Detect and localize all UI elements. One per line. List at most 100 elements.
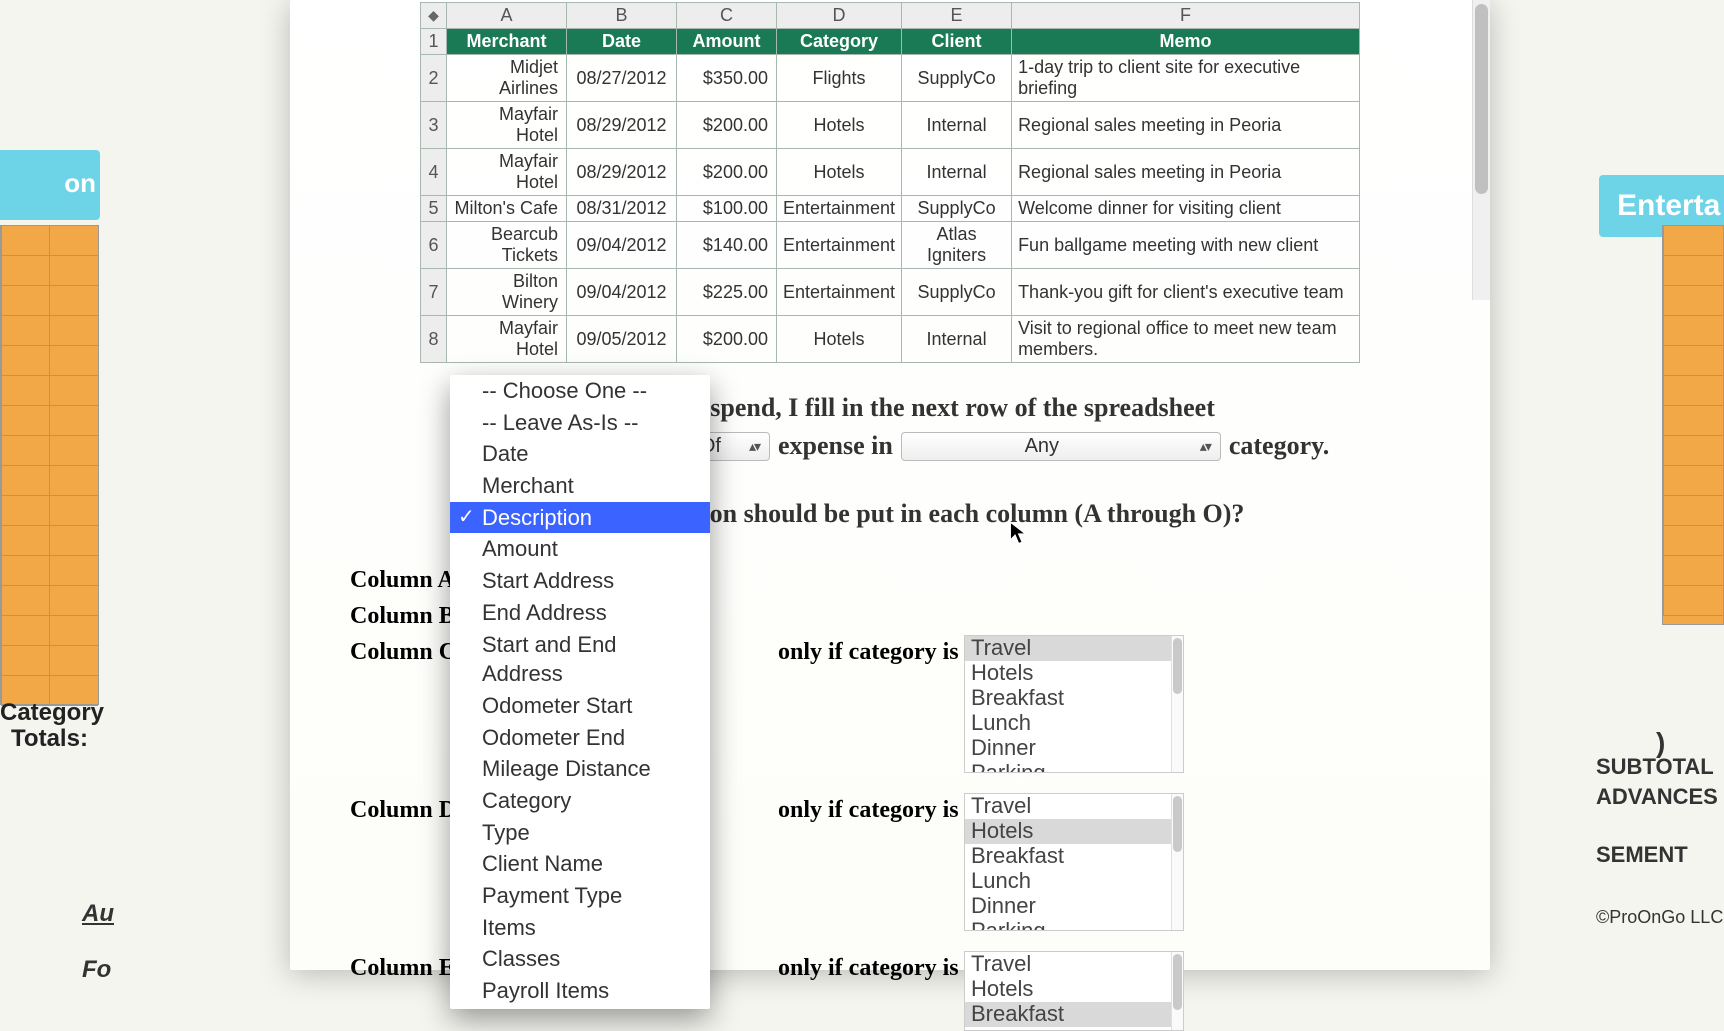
cell-client: Internal (902, 316, 1012, 363)
category-list-c[interactable]: TravelHotelsBreakfastLunchDinnerParking (964, 635, 1184, 773)
dropdown-option[interactable]: -- Leave As-Is -- (450, 407, 710, 439)
table-row: 6Bearcub Tickets09/04/2012$140.00Enterta… (421, 222, 1360, 269)
cell-merchant: Mayfair Hotel (447, 316, 567, 363)
category-totals-label: CategoryTotals: (0, 700, 99, 753)
cell-memo: Visit to regional office to meet new tea… (1012, 316, 1360, 363)
only-if-d: only if category is (778, 797, 959, 824)
row-num: 8 (421, 316, 447, 363)
bg-advances: ADVANCES (1594, 782, 1724, 812)
only-if-c: only if category is (778, 639, 959, 666)
scrollbar[interactable] (1171, 952, 1183, 1030)
cell-merchant: Bearcub Tickets (447, 222, 567, 269)
cell-memo: 1-day trip to client site for executive … (1012, 55, 1360, 102)
cell-date: 08/27/2012 (567, 55, 677, 102)
category-option[interactable]: Breakfast (965, 844, 1183, 869)
scrollbar[interactable] (1171, 794, 1183, 930)
col-letter-f: F (1012, 3, 1360, 29)
category-select[interactable]: Any ▴▾ (901, 432, 1221, 461)
hdr-memo: Memo (1012, 29, 1360, 55)
dropdown-option[interactable]: Classes (450, 943, 710, 975)
category-value: Any (912, 435, 1172, 458)
hdr-date: Date (567, 29, 677, 55)
dropdown-option[interactable]: Mileage Distance (450, 753, 710, 785)
category-option[interactable]: Hotels (965, 661, 1183, 686)
bg-subtotal: SUBTOTAL (1594, 752, 1724, 782)
dropdown-option[interactable]: Payment Type (450, 880, 710, 912)
dropdown-option[interactable]: Amount (450, 533, 710, 565)
panel-scrollbar[interactable] (1472, 0, 1490, 300)
cell-client: Internal (902, 102, 1012, 149)
row-num: 7 (421, 269, 447, 316)
row-num: 5 (421, 196, 447, 222)
category-option[interactable]: Travel (965, 794, 1183, 819)
col-letter-d: D (777, 3, 902, 29)
scrollbar[interactable] (1171, 636, 1183, 772)
dropdown-option[interactable]: Date (450, 438, 710, 470)
col-letter-e: E (902, 3, 1012, 29)
cell-client: Internal (902, 149, 1012, 196)
dropdown-option[interactable]: Description (450, 502, 710, 534)
hdr-merchant: Merchant (447, 29, 567, 55)
table-row: 3Mayfair Hotel08/29/2012$200.00HotelsInt… (421, 102, 1360, 149)
dropdown-option[interactable]: Category (450, 785, 710, 817)
table-row: 4Mayfair Hotel08/29/2012$200.00HotelsInt… (421, 149, 1360, 196)
category-option[interactable]: Breakfast (965, 686, 1183, 711)
cell-date: 09/04/2012 (567, 269, 677, 316)
cell-category: Entertainment (777, 222, 902, 269)
category-option[interactable]: Travel (965, 636, 1183, 661)
cell-date: 09/05/2012 (567, 316, 677, 363)
cell-memo: Regional sales meeting in Peoria (1012, 102, 1360, 149)
cell-amount: $100.00 (677, 196, 777, 222)
category-option[interactable]: Parking (965, 761, 1183, 773)
cell-client: Atlas Igniters (902, 222, 1012, 269)
row-num: 4 (421, 149, 447, 196)
dropdown-option[interactable]: -- Choose One -- (450, 375, 710, 407)
category-list-e[interactable]: TravelHotelsBreakfast (964, 951, 1184, 1031)
cell-amount: $140.00 (677, 222, 777, 269)
category-option[interactable]: Breakfast (965, 1002, 1183, 1027)
dropdown-option[interactable]: Odometer Start (450, 690, 710, 722)
cell-memo: Welcome dinner for visiting client (1012, 196, 1360, 222)
category-option[interactable]: Hotels (965, 977, 1183, 1002)
dropdown-option[interactable]: Start Address (450, 565, 710, 597)
category-option[interactable]: Dinner (965, 736, 1183, 761)
bg-fo-label: Fo (82, 956, 122, 984)
category-list-d[interactable]: TravelHotelsBreakfastLunchDinnerParking (964, 793, 1184, 931)
prompt-expense-in: expense in (778, 431, 893, 461)
main-panel: ◆ A B C D E F 1 Merchant Date Amount Cat… (290, 0, 1490, 970)
dropdown-option[interactable]: Client Name (450, 848, 710, 880)
cell-date: 08/29/2012 (567, 149, 677, 196)
row-num: 2 (421, 55, 447, 102)
cell-merchant: Milton's Cafe (447, 196, 567, 222)
column-field-dropdown[interactable]: -- Choose One ---- Leave As-Is --DateMer… (450, 375, 710, 1009)
dropdown-option[interactable]: Odometer End (450, 722, 710, 754)
table-row: 2Midjet Airlines08/27/2012$350.00Flights… (421, 55, 1360, 102)
dropdown-option[interactable]: End Address (450, 597, 710, 629)
table-row: 5Milton's Cafe08/31/2012$100.00Entertain… (421, 196, 1360, 222)
dropdown-option[interactable]: Type (450, 817, 710, 849)
cell-amount: $200.00 (677, 316, 777, 363)
bg-tab-left: on (0, 150, 100, 220)
dropdown-option[interactable]: Items (450, 912, 710, 944)
cell-amount: $350.00 (677, 55, 777, 102)
bg-grid-right (1662, 225, 1724, 625)
cell-category: Entertainment (777, 196, 902, 222)
dropdown-option[interactable]: Start and End Address (450, 629, 710, 690)
category-option[interactable]: Travel (965, 952, 1183, 977)
cell-category: Hotels (777, 149, 902, 196)
cell-date: 09/04/2012 (567, 222, 677, 269)
cell-client: SupplyCo (902, 196, 1012, 222)
dropdown-option[interactable]: Merchant (450, 470, 710, 502)
hdr-amount: Amount (677, 29, 777, 55)
row-num-1: 1 (421, 29, 447, 55)
cell-merchant: Bilton Winery (447, 269, 567, 316)
category-option[interactable]: Lunch (965, 869, 1183, 894)
col-letter-b: B (567, 3, 677, 29)
cell-memo: Regional sales meeting in Peoria (1012, 149, 1360, 196)
category-option[interactable]: Hotels (965, 819, 1183, 844)
dropdown-option[interactable]: Payroll Items (450, 975, 710, 1007)
category-option[interactable]: Dinner (965, 894, 1183, 919)
category-option[interactable]: Parking (965, 919, 1183, 931)
cell-memo: Fun ballgame meeting with new client (1012, 222, 1360, 269)
category-option[interactable]: Lunch (965, 711, 1183, 736)
